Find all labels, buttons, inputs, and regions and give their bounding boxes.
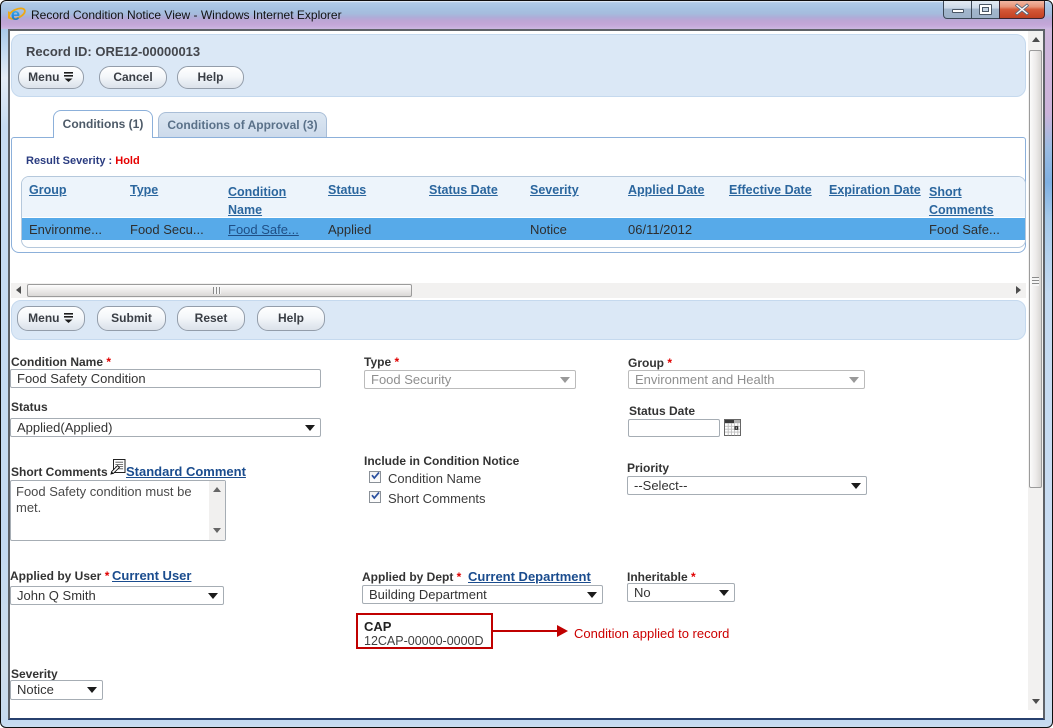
svg-text:e: e [11,6,20,23]
